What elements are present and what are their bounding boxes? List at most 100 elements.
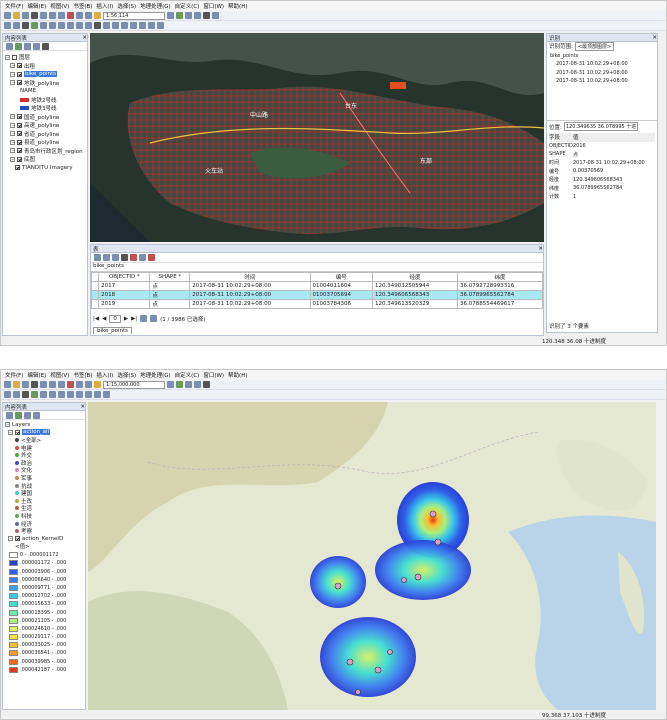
scale-input[interactable]: 1:56,114 xyxy=(103,11,165,20)
full-extent-icon[interactable] xyxy=(31,391,38,398)
menu-item[interactable]: 帮助(H) xyxy=(228,371,247,379)
table-tab[interactable]: bike_points xyxy=(93,327,133,334)
python-icon[interactable] xyxy=(203,12,210,19)
menu-item[interactable]: 自定义(C) xyxy=(175,2,200,10)
toc-layer-item[interactable]: 文化 xyxy=(5,467,83,474)
forward-icon[interactable] xyxy=(67,22,74,29)
search-icon[interactable] xyxy=(185,381,192,388)
layer-checkbox[interactable] xyxy=(17,139,22,145)
select-features-icon[interactable] xyxy=(76,391,83,398)
zoom-in-icon[interactable] xyxy=(4,22,11,29)
toc-layer-item[interactable]: − 县道_polyline xyxy=(5,138,85,147)
expand-icon[interactable]: − xyxy=(5,422,10,428)
close-icon[interactable]: ✕ xyxy=(538,246,543,252)
editor-icon[interactable] xyxy=(167,12,174,19)
toc-layer-item[interactable]: TIANDITU Imagery xyxy=(5,164,85,173)
close-icon[interactable]: ✕ xyxy=(82,35,87,41)
toc-layer-item[interactable]: − 底图 xyxy=(5,155,85,164)
arctoolbox-icon[interactable] xyxy=(194,12,201,19)
select-by-attributes-icon[interactable] xyxy=(112,254,119,261)
clear-selection-icon[interactable] xyxy=(85,22,92,29)
expand-icon[interactable]: − xyxy=(10,148,15,154)
menu-item[interactable]: 文件(F) xyxy=(5,2,23,10)
first-record-icon[interactable]: |◀ xyxy=(93,316,99,322)
layer-checkbox[interactable] xyxy=(17,156,22,162)
column-header[interactable]: 纬度 xyxy=(456,272,544,282)
menu-item[interactable]: 帮助(H) xyxy=(228,2,247,10)
create-viewer-icon[interactable] xyxy=(157,22,164,29)
paste-icon[interactable] xyxy=(58,381,65,388)
toc-layer-item[interactable]: 经济 xyxy=(5,520,83,528)
time-slider-icon[interactable] xyxy=(148,22,155,29)
full-extent-icon[interactable] xyxy=(31,22,38,29)
layer-checkbox[interactable] xyxy=(17,148,22,154)
fixed-zoom-in-icon[interactable] xyxy=(40,391,47,398)
layer-checkbox[interactable] xyxy=(15,536,20,542)
action-point[interactable] xyxy=(346,658,354,666)
expand-icon[interactable]: − xyxy=(10,139,15,145)
menu-item[interactable]: 视图(V) xyxy=(50,371,69,379)
expand-icon[interactable]: − xyxy=(10,71,15,77)
new-icon[interactable] xyxy=(4,12,11,19)
layer-checkbox[interactable] xyxy=(17,131,22,137)
toc-layer-item[interactable]: 建国 xyxy=(5,489,83,497)
new-icon[interactable] xyxy=(4,381,11,388)
map-view[interactable]: 中山路 火车站 东部 台东 xyxy=(90,33,544,242)
find-icon[interactable] xyxy=(112,22,119,29)
html-popup-icon[interactable] xyxy=(139,22,146,29)
python-icon[interactable] xyxy=(203,381,210,388)
arctoolbox-icon[interactable] xyxy=(194,381,201,388)
layer-checkbox[interactable] xyxy=(17,114,22,120)
delete-icon[interactable] xyxy=(67,381,74,388)
toc-layer-item[interactable]: 抗战 xyxy=(5,482,83,490)
close-icon[interactable]: ✕ xyxy=(80,404,85,410)
undo-icon[interactable] xyxy=(76,381,83,388)
forward-icon[interactable] xyxy=(67,391,74,398)
pan-icon[interactable] xyxy=(22,22,29,29)
back-icon[interactable] xyxy=(58,22,65,29)
toc-layer-item[interactable]: NAME xyxy=(5,87,85,96)
table-row[interactable]: 2019 点 2017-08-31 10:02:29+08:00 0100378430… xyxy=(90,299,544,309)
toc-layer-item[interactable]: − action_all xyxy=(5,429,83,437)
menu-item[interactable]: 地理处理(G) xyxy=(140,2,171,10)
toc-layer-item[interactable]: − 青岛市行政区划_region xyxy=(5,147,85,156)
column-header[interactable]: OBJECTID * xyxy=(98,272,151,282)
layer-checkbox[interactable] xyxy=(17,122,22,128)
toc-layer-item[interactable]: 地铁3号线 xyxy=(5,104,85,113)
list-by-source-icon[interactable] xyxy=(15,42,22,50)
add-data-icon[interactable] xyxy=(94,381,101,388)
expand-icon[interactable]: − xyxy=(5,54,10,60)
toc-layer-item[interactable]: − 国道_polyline xyxy=(5,113,85,122)
delete-selected-icon[interactable] xyxy=(148,254,155,261)
find-icon[interactable] xyxy=(94,391,101,398)
toc-layer-item[interactable]: − 省道_polyline xyxy=(5,130,85,139)
hyperlink-icon[interactable] xyxy=(130,22,137,29)
toc-layer-item[interactable]: − 出租 xyxy=(5,62,85,71)
list-by-source-icon[interactable] xyxy=(15,411,22,419)
menu-item[interactable]: 窗口(W) xyxy=(203,371,224,379)
action-point[interactable] xyxy=(374,666,382,674)
layer-checkbox[interactable] xyxy=(17,63,22,69)
layer-checkbox[interactable] xyxy=(15,429,20,435)
show-all-records-icon[interactable] xyxy=(140,315,148,323)
toc-layer-item[interactable]: − 地铁_polyline xyxy=(5,79,85,88)
column-header[interactable]: 经度 xyxy=(371,272,458,282)
measure-icon[interactable] xyxy=(103,391,110,398)
show-selected-records-icon[interactable] xyxy=(150,315,158,323)
column-header[interactable]: 时间 xyxy=(189,272,311,282)
identify-tree-item[interactable]: 2017-08-31 10:02:29+08:00 xyxy=(550,77,654,86)
open-icon[interactable] xyxy=(13,12,20,19)
toc-layer-item[interactable]: − 高速_polyline xyxy=(5,121,85,130)
action-point[interactable] xyxy=(429,510,437,518)
redo-icon[interactable] xyxy=(85,381,92,388)
fixed-zoom-in-icon[interactable] xyxy=(40,22,47,29)
toc-layer-item[interactable]: 地铁2号线 xyxy=(5,96,85,105)
expand-icon[interactable]: − xyxy=(8,429,13,435)
list-by-drawing-order-icon[interactable] xyxy=(6,411,13,419)
scale-input[interactable]: 1:15,000,000 xyxy=(103,380,165,389)
menu-item[interactable]: 编辑(E) xyxy=(27,371,46,379)
toc-layer-item[interactable]: − Layers xyxy=(5,421,83,429)
expand-icon[interactable]: − xyxy=(10,80,15,86)
save-icon[interactable] xyxy=(22,381,29,388)
layer-checkbox[interactable] xyxy=(12,54,17,60)
